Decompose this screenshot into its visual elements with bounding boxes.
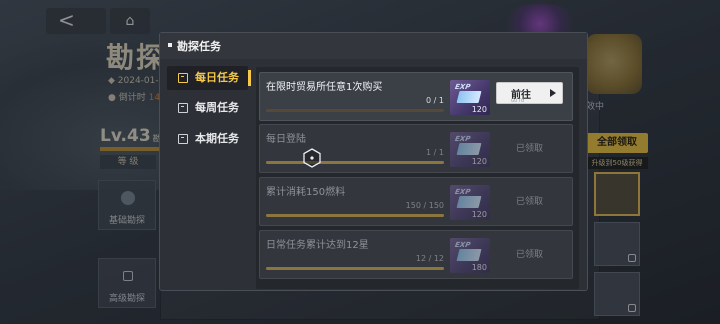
reward-label: EXP <box>454 188 472 196</box>
title-bullet-icon <box>168 43 172 47</box>
exp-reward-icon[interactable]: EXP 120 <box>450 185 490 220</box>
task-progress-bar <box>266 161 444 164</box>
claimed-status: 已领取 <box>515 197 543 207</box>
task-progress-fill <box>266 214 444 217</box>
reward-quantity: 120 <box>471 105 487 114</box>
reward-label: EXP <box>454 83 472 91</box>
reward-quantity: 120 <box>471 157 487 166</box>
exp-reward-icon[interactable]: EXP 120 <box>450 132 490 167</box>
play-arrow-icon <box>550 89 556 97</box>
modal-header: 勘探任务 <box>160 33 587 59</box>
game-screen: < ⌂ 勘探 ◆ 2024-01-0 ● 倒计时 14 Lv.43勘探 等 级 … <box>0 0 720 324</box>
task-row: 累计消耗150燃料 150 / 150 EXP 120 已领取 <box>259 177 573 226</box>
task-title: 每日登陆 <box>266 134 306 145</box>
task-progress-text: 12 / 12 <box>415 254 444 263</box>
tab-daily[interactable]: 每日任务 <box>167 66 251 90</box>
tab-label: 本期任务 <box>195 132 239 145</box>
tab-label: 每周任务 <box>195 101 239 114</box>
exp-card-icon <box>456 91 482 103</box>
task-progress-bar <box>266 109 444 112</box>
task-progress-text: 0 / 1 <box>426 96 444 105</box>
task-progress-bar <box>266 267 444 270</box>
task-title: 累计消耗150燃料 <box>266 187 346 198</box>
exploration-tasks-modal: 勘探任务 每日任务 每周任务 本期任务 在限时贸易所任意1次购买 0 / 1 E… <box>159 32 588 291</box>
task-progress-text: 150 / 150 <box>405 201 444 210</box>
task-title: 在限时贸易所任意1次购买 <box>266 82 383 93</box>
claimed-status: 已领取 <box>515 250 543 260</box>
tab-label: 每日任务 <box>195 71 239 84</box>
task-progress-bar <box>266 214 444 217</box>
exp-card-icon <box>456 196 482 208</box>
exp-reward-icon[interactable]: EXP 180 <box>450 238 490 273</box>
reward-quantity: 120 <box>471 210 487 219</box>
reward-quantity: 180 <box>471 263 487 272</box>
task-progress-fill <box>266 161 444 164</box>
claimed-status: 已领取 <box>515 144 543 154</box>
go-button-sublabel: GO TO <box>511 98 525 103</box>
reward-label: EXP <box>454 241 472 249</box>
exp-reward-icon[interactable]: EXP 120 <box>450 80 490 115</box>
reward-label: EXP <box>454 135 472 143</box>
task-progress-fill <box>266 267 444 270</box>
task-row: 日常任务累计达到12星 12 / 12 EXP 180 已领取 <box>259 230 573 279</box>
task-title: 日常任务累计达到12星 <box>266 240 369 251</box>
task-list-icon <box>178 73 188 83</box>
task-list: 在限时贸易所任意1次购买 0 / 1 EXP 120 前往 GO TO 每日登陆… <box>256 67 579 289</box>
tab-period[interactable]: 本期任务 <box>167 127 248 151</box>
task-row: 在限时贸易所任意1次购买 0 / 1 EXP 120 前往 GO TO <box>259 72 573 121</box>
task-list-icon <box>178 103 188 113</box>
exp-card-icon <box>456 143 482 155</box>
pointer-cursor-icon <box>303 148 321 168</box>
modal-title: 勘探任务 <box>177 40 221 53</box>
tab-weekly[interactable]: 每周任务 <box>167 96 248 120</box>
task-progress-text: 1 / 1 <box>426 148 444 157</box>
task-list-icon <box>178 134 188 144</box>
exp-card-icon <box>456 249 482 261</box>
go-button[interactable]: 前往 GO TO <box>496 82 563 104</box>
